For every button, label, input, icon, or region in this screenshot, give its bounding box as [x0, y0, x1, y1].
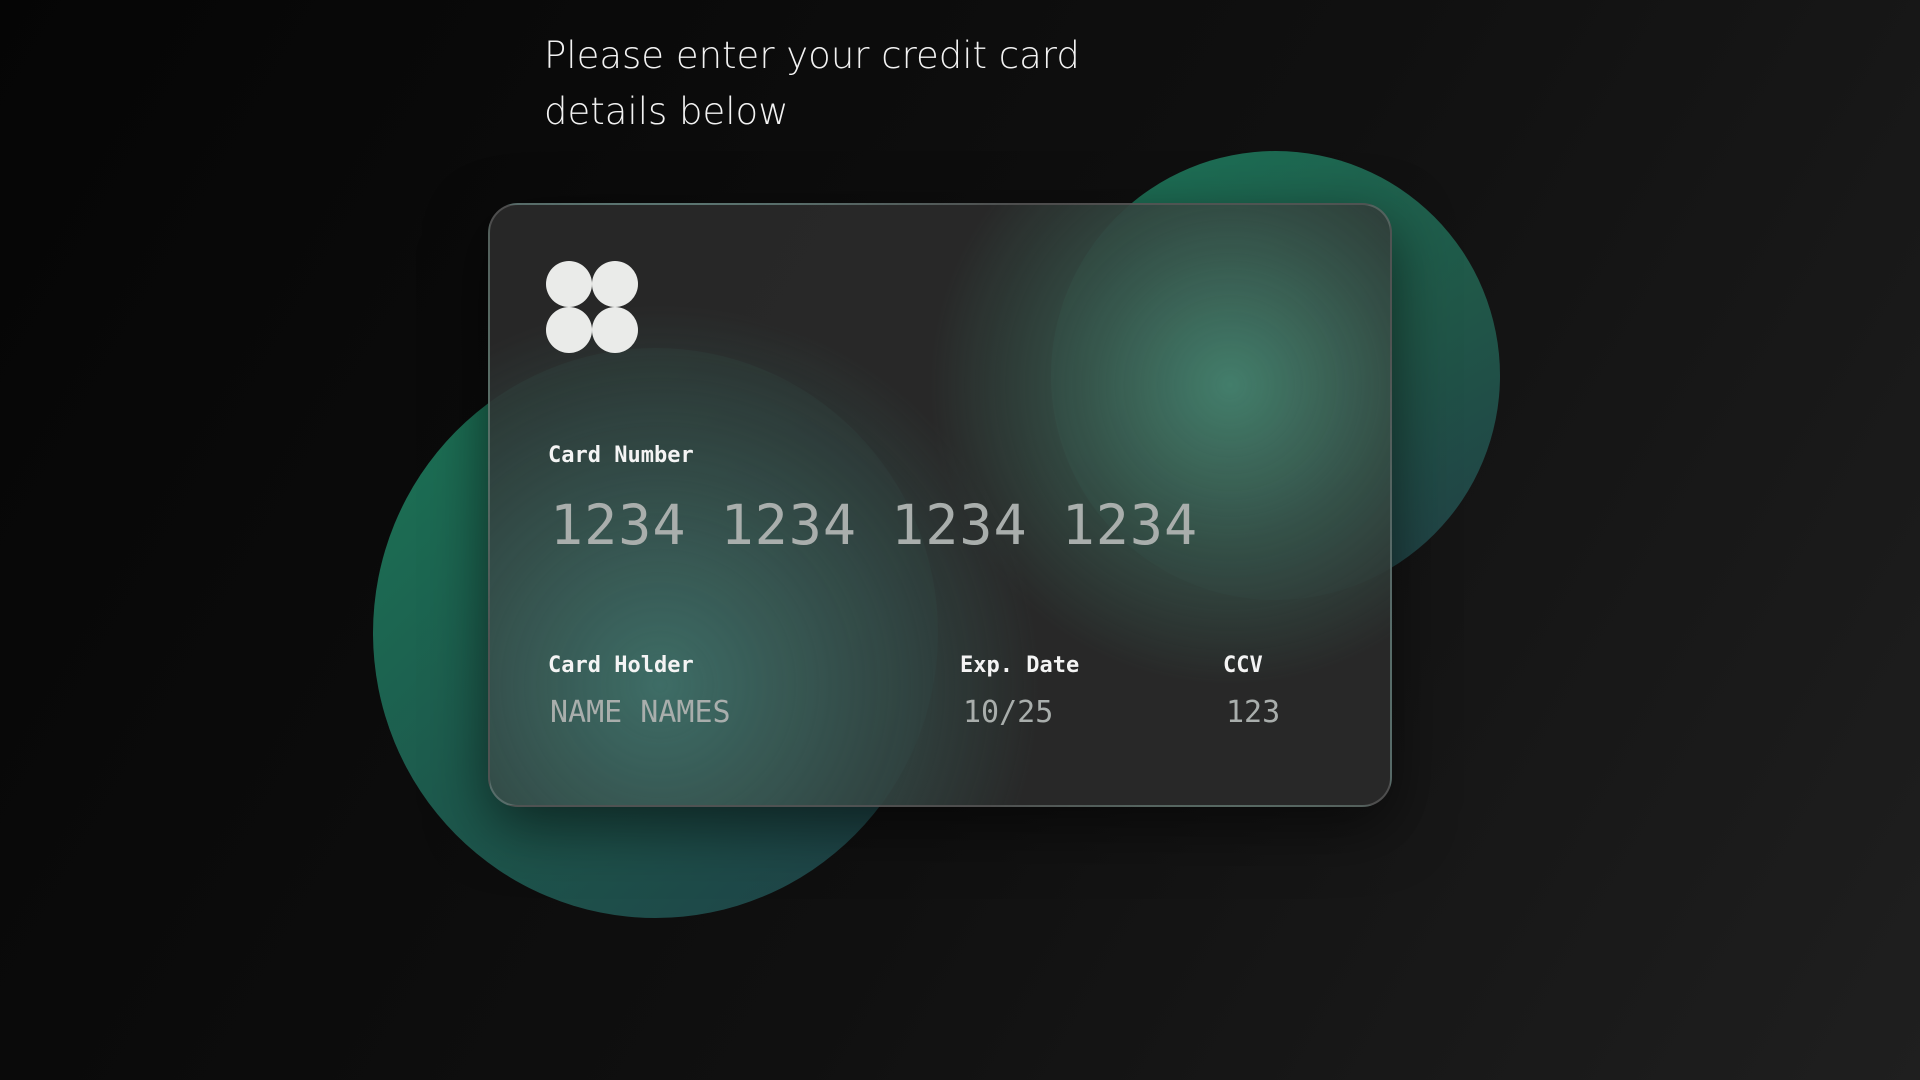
exp-date-label: Exp. Date [960, 653, 1080, 678]
logo-circle [546, 261, 592, 307]
page-heading: Please enter your credit card details be… [544, 34, 1080, 133]
card-number-label: Card Number [548, 443, 694, 468]
exp-date-input[interactable] [963, 695, 1163, 730]
ccv-label: CCV [1223, 653, 1263, 678]
card-holder-label: Card Holder [548, 653, 694, 678]
logo-circle [592, 261, 638, 307]
four-circles-logo-icon [546, 261, 638, 353]
card-number-input[interactable] [550, 493, 1330, 557]
logo-circle [592, 307, 638, 353]
ccv-input[interactable] [1226, 695, 1346, 730]
logo-circle [546, 307, 592, 353]
credit-card: Card Number Card Holder Exp. Date CCV [488, 203, 1392, 807]
card-holder-input[interactable] [550, 695, 910, 730]
